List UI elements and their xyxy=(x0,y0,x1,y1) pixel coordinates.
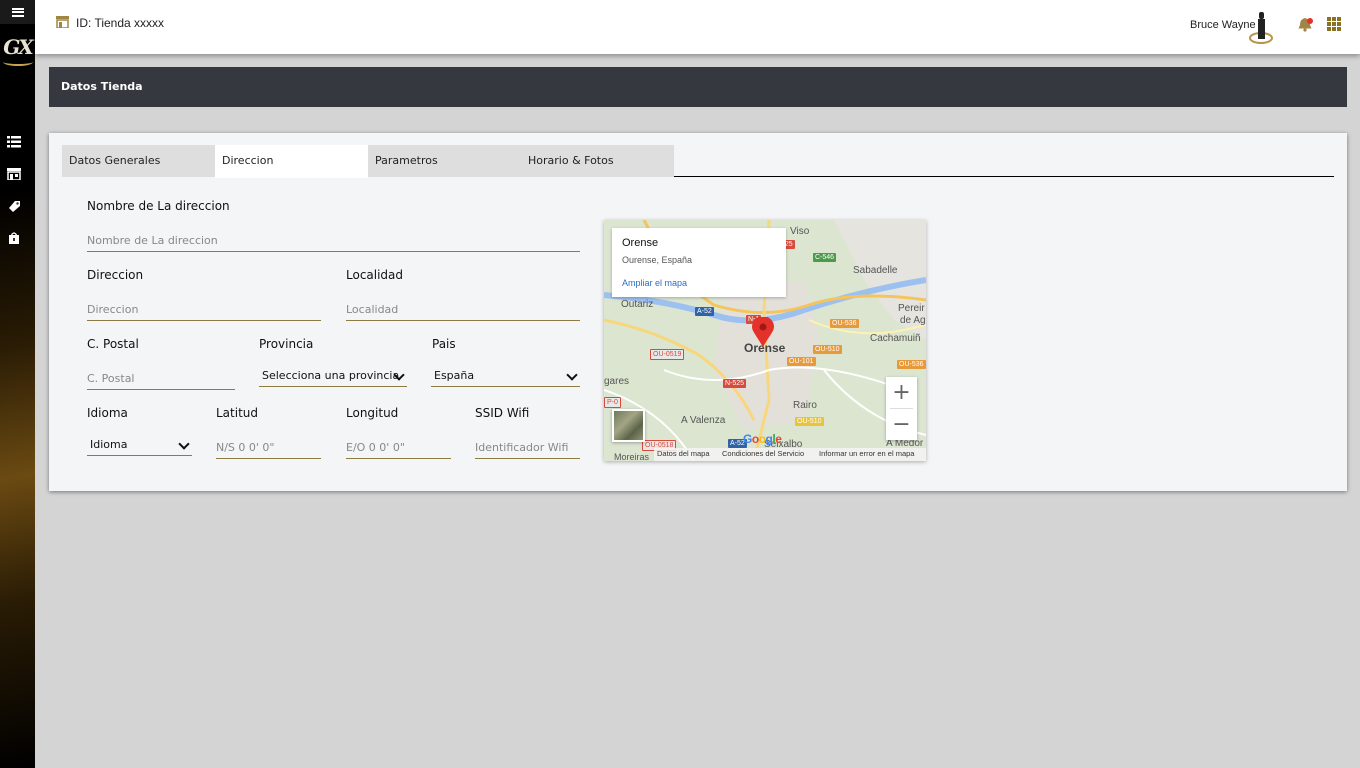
map-zoom-control: + − xyxy=(886,377,917,440)
tab-horario-fotos-label: Horario & Fotos xyxy=(528,154,614,167)
map-place-label: A Valenza xyxy=(681,415,726,426)
road-badge: OU-536 xyxy=(830,319,859,328)
menu-toggle-button[interactable] xyxy=(0,0,35,24)
tab-horario-fotos[interactable]: Horario & Fotos xyxy=(521,145,674,177)
notification-dot xyxy=(1307,18,1313,24)
avatar[interactable] xyxy=(1249,10,1273,44)
nombre-input[interactable]: Nombre de La direccion xyxy=(87,230,580,252)
road-badge: P-0 xyxy=(604,397,621,408)
map-place-label: Outariz xyxy=(621,299,654,310)
longitud-input[interactable]: E/O 0 0' 0" xyxy=(346,437,451,459)
top-header: ID: Tienda xxxxx Bruce Wayne xyxy=(35,0,1360,54)
apps-grid-icon[interactable] xyxy=(1327,17,1341,31)
cpostal-label: C. Postal xyxy=(87,337,139,351)
map-place-label: Moreiras xyxy=(614,452,650,461)
map-place-label: Pereir xyxy=(898,303,925,314)
store-id-label: ID: Tienda xxxxx xyxy=(76,16,165,30)
tab-datos-generales[interactable]: Datos Generales xyxy=(62,145,215,177)
satellite-toggle-button[interactable] xyxy=(612,409,645,442)
road-badge: OU-101 xyxy=(787,357,816,366)
ssid-input[interactable]: Identificador Wifi xyxy=(475,437,580,459)
user-name[interactable]: Bruce Wayne xyxy=(1190,19,1256,31)
tab-parametros[interactable]: Parametros xyxy=(368,145,521,177)
map-place-label: Sabadelle xyxy=(853,265,898,276)
shopping-bag-icon[interactable] xyxy=(7,232,21,244)
zoom-in-button[interactable]: + xyxy=(886,377,917,408)
idioma-select[interactable]: Idioma xyxy=(87,434,192,456)
nombre-label: Nombre de La direccion xyxy=(87,199,230,213)
map-info-subtitle: Ourense, España xyxy=(622,255,693,265)
section-title: Datos Tienda xyxy=(61,80,143,93)
idioma-label: Idioma xyxy=(87,406,128,420)
map-info-window: Orense Ourense, España Ampliar el mapa xyxy=(612,228,786,297)
road-badge: OU-0519 xyxy=(650,349,685,360)
map-marker-icon[interactable] xyxy=(752,317,774,347)
road-badge: C-546 xyxy=(813,253,837,262)
provincia-label: Provincia xyxy=(259,337,314,351)
longitud-label: Longitud xyxy=(346,406,399,420)
direccion-input[interactable]: Direccion xyxy=(87,299,321,321)
hamburger-icon xyxy=(11,7,24,17)
provincia-value: Selecciona una provincia xyxy=(262,369,400,382)
road-badge: OU-510 xyxy=(813,345,842,354)
map-terms-link[interactable]: Condiciones del Servicio xyxy=(722,449,804,458)
idioma-value: Idioma xyxy=(90,438,128,451)
zoom-out-button[interactable]: − xyxy=(886,409,917,440)
google-logo: Google xyxy=(743,432,782,446)
map-place-label: Rairo xyxy=(793,400,817,411)
latitud-label: Latitud xyxy=(216,406,259,420)
tab-direccion[interactable]: Direccion xyxy=(215,145,368,178)
road-badge: OU-536 xyxy=(897,360,926,369)
pais-select[interactable]: España xyxy=(431,365,580,387)
map-expand-link[interactable]: Ampliar el mapa xyxy=(622,278,687,288)
store-form-card: Datos Generales Direccion Parametros Hor… xyxy=(49,133,1347,491)
map-data-link[interactable]: Datos del mapa xyxy=(657,449,710,458)
chevron-down-icon xyxy=(178,438,190,450)
road-badge: OU-510 xyxy=(795,417,824,426)
map-place-label: gares xyxy=(604,376,630,387)
store-icon xyxy=(56,16,69,28)
pais-value: España xyxy=(434,369,475,382)
road-badge: A-52 xyxy=(695,307,714,316)
ssid-label: SSID Wifi xyxy=(475,406,530,420)
map-place-label: de Agu xyxy=(900,315,926,326)
store-front-icon[interactable] xyxy=(7,168,21,180)
tag-icon[interactable] xyxy=(7,200,21,212)
localidad-label: Localidad xyxy=(346,268,404,282)
location-map[interactable]: Viso Sabadelle Outariz Pereir de Agu Cac… xyxy=(604,220,926,461)
list-icon[interactable] xyxy=(7,136,21,148)
chevron-down-icon xyxy=(566,369,578,381)
map-report-link[interactable]: Informar un error en el mapa xyxy=(819,449,914,458)
direccion-label: Direccion xyxy=(87,268,144,282)
left-sidebar: GX xyxy=(0,0,35,768)
brand-logo: GX xyxy=(1,28,34,66)
map-footer: Datos del mapa Condiciones del Servicio … xyxy=(654,448,926,461)
cpostal-input[interactable]: C. Postal xyxy=(87,368,235,390)
map-place-label: Viso xyxy=(790,226,810,237)
road-badge: N-525 xyxy=(723,379,747,388)
latitud-input[interactable]: N/S 0 0' 0" xyxy=(216,437,321,459)
map-place-label: Cachamuiñ xyxy=(870,333,921,344)
provincia-select[interactable]: Selecciona una provincia xyxy=(259,365,407,387)
section-header: Datos Tienda xyxy=(49,67,1347,107)
pais-label: Pais xyxy=(432,337,456,351)
localidad-input[interactable]: Localidad xyxy=(346,299,580,321)
map-info-title: Orense xyxy=(622,237,659,249)
tab-bar: Datos Generales Direccion Parametros Hor… xyxy=(62,145,1334,178)
